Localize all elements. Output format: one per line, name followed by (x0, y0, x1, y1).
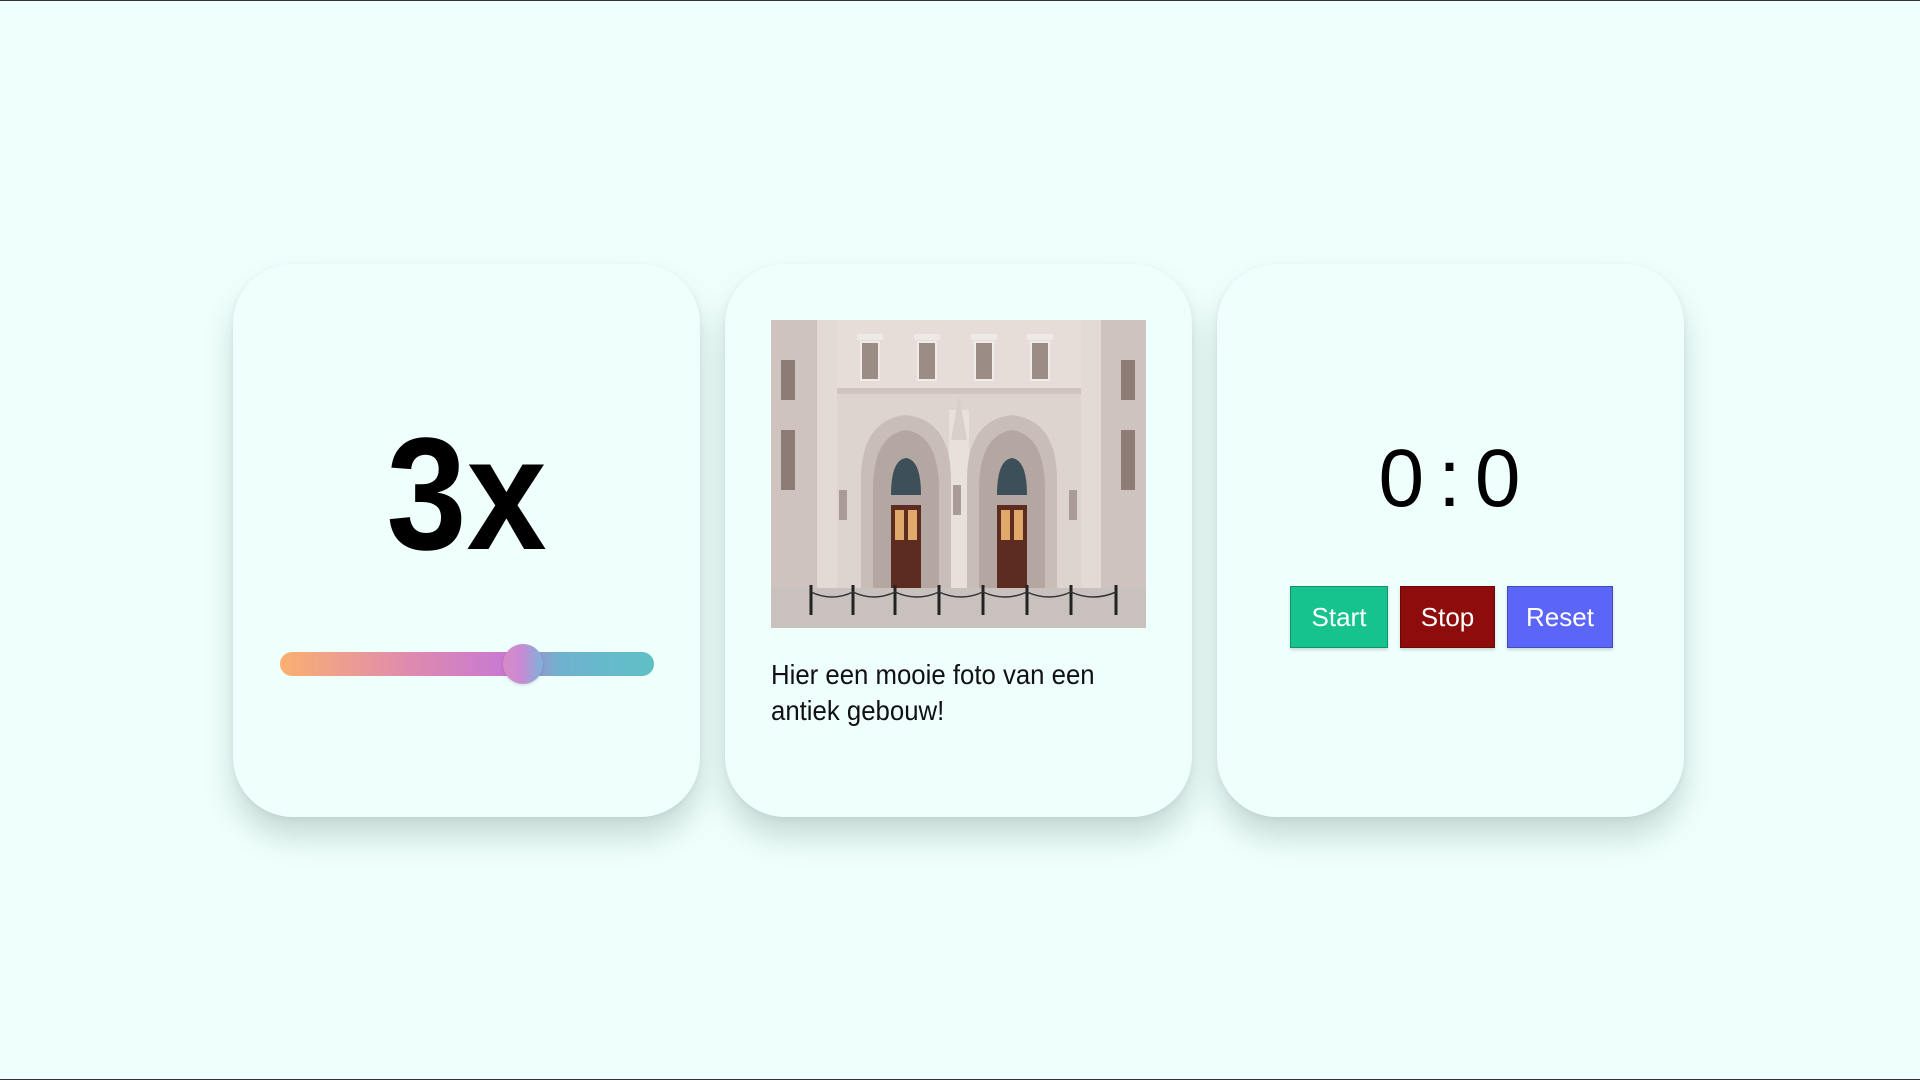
photo-caption: Hier een mooie foto van een antiek gebou… (771, 659, 1095, 726)
time-separator: : (1438, 433, 1463, 524)
building-photo (771, 320, 1146, 628)
reset-button[interactable]: Reset (1507, 586, 1613, 648)
multiplier-value: 3x (386, 404, 547, 583)
start-button[interactable]: Start (1290, 586, 1388, 648)
stopwatch-display: 0 : 0 (1217, 434, 1684, 524)
card-row: 3x Hier een mooie foto van een antiek ge… (233, 264, 1684, 817)
slider-thumb[interactable] (503, 644, 544, 684)
photo-card: Hier een mooie foto van een antiek gebou… (725, 264, 1192, 817)
stopwatch-card: 0 : 0 Start Stop Reset (1217, 264, 1684, 817)
minutes-value: 0 (1378, 433, 1427, 524)
stop-button[interactable]: Stop (1400, 586, 1495, 648)
multiplier-card: 3x (233, 264, 700, 817)
stopwatch-controls: Start Stop Reset (1290, 586, 1613, 648)
multiplier-slider[interactable] (280, 644, 654, 684)
seconds-value: 0 (1474, 433, 1523, 524)
